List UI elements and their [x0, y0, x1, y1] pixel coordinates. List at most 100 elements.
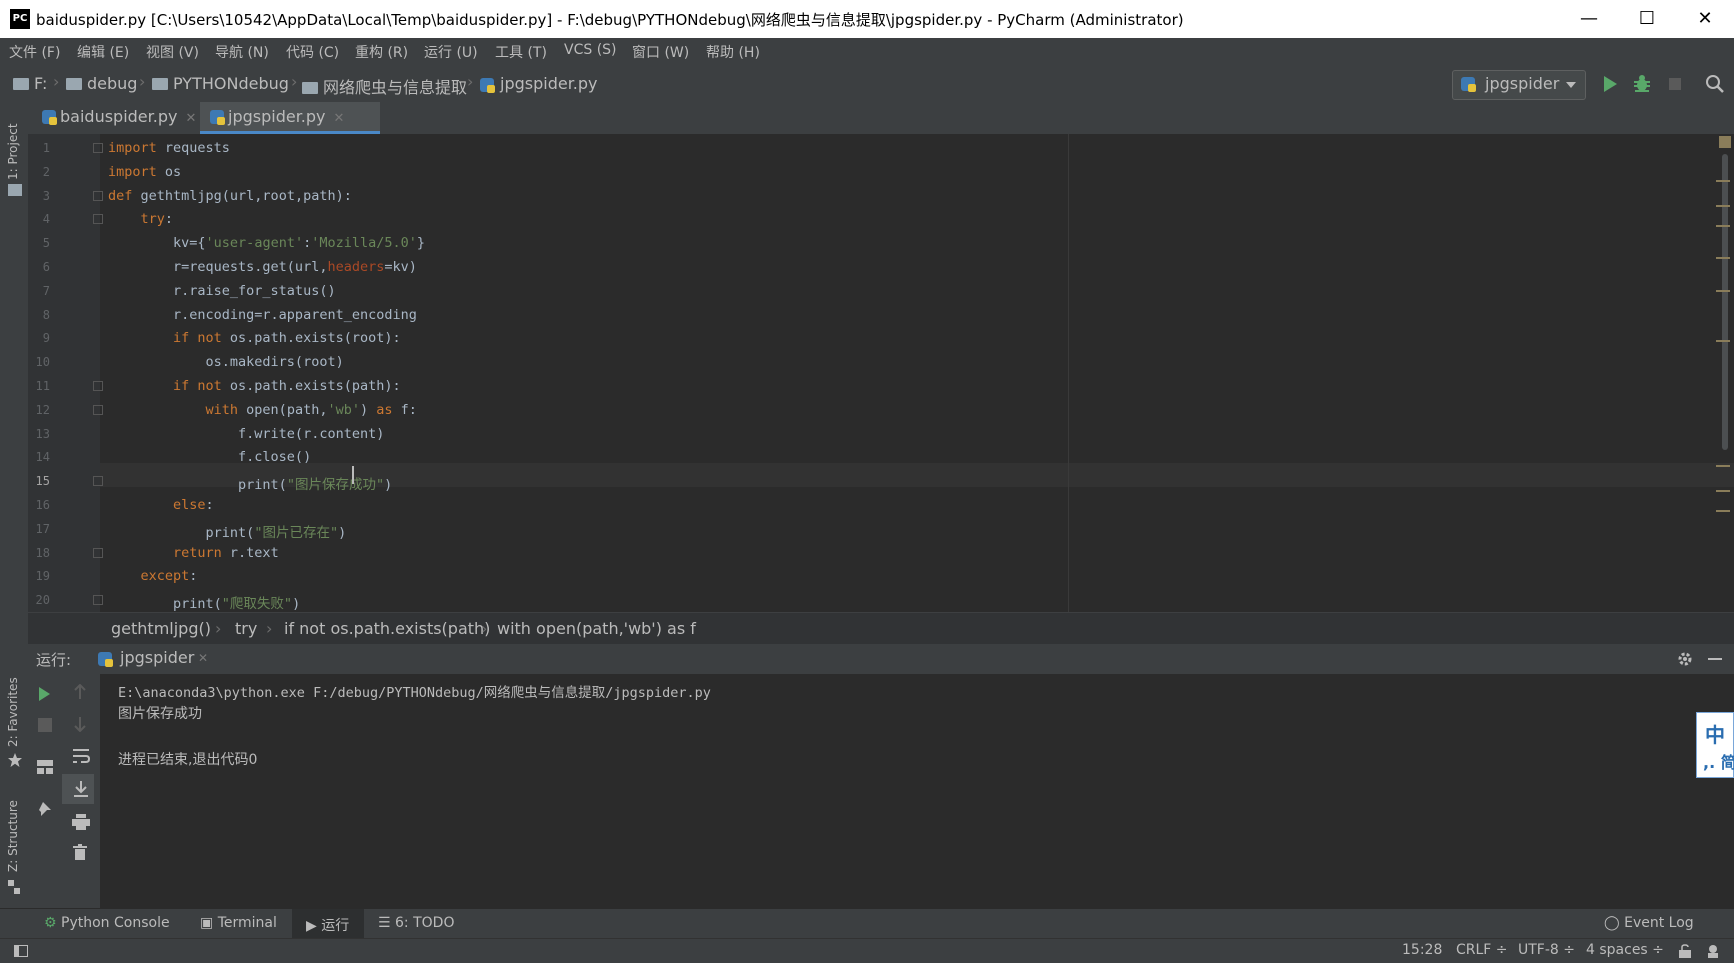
crumb-debug[interactable]: debug	[66, 74, 137, 93]
trash-icon[interactable]	[73, 844, 87, 860]
run-configuration-select[interactable]: jpgspider	[1452, 70, 1586, 100]
toggle-tool-windows-icon[interactable]	[14, 945, 28, 957]
run-console[interactable]	[100, 674, 1734, 908]
python-console-icon: ⚙	[44, 915, 57, 931]
code-line: def gethtmljpg(url,root,path):	[108, 188, 352, 204]
line-number: 17	[35, 521, 50, 536]
debug-icon[interactable]	[1632, 74, 1652, 94]
terminal-button[interactable]: ▣ Terminal	[200, 915, 277, 931]
close-run-tab-icon[interactable]: ✕	[198, 651, 208, 665]
line-number: 6	[42, 260, 50, 274]
crumb-drive[interactable]: F:	[13, 74, 47, 93]
lock-icon[interactable]	[1678, 944, 1692, 958]
close-tab-icon[interactable]: ✕	[185, 111, 196, 126]
rerun-icon[interactable]	[36, 686, 52, 702]
code-token: open(path,	[238, 401, 328, 418]
menu-view[interactable]: 视图 (V)	[146, 42, 199, 62]
code-line: try:	[108, 211, 174, 227]
fold-marker-icon[interactable]	[93, 214, 103, 225]
code-token: }	[416, 235, 426, 252]
hide-panel-icon[interactable]	[1708, 658, 1722, 660]
code-line: print("图片已存在")	[108, 521, 347, 541]
menu-file[interactable]: 文件 (F)	[9, 42, 60, 62]
favorites-tool-button[interactable]: 2: Favorites	[6, 677, 20, 747]
menu-help[interactable]: 帮助 (H)	[706, 42, 760, 62]
code-token: def	[108, 187, 133, 204]
menu-tools[interactable]: 工具 (T)	[495, 42, 547, 62]
code-token: r.raise_for_status()	[108, 282, 336, 299]
breadcrumb-with[interactable]: with open(path,'wb') as f	[497, 619, 696, 638]
soft-wrap-icon[interactable]	[72, 748, 90, 764]
menu-vcs[interactable]: VCS (S)	[564, 42, 617, 58]
breadcrumb-try[interactable]: try	[235, 619, 257, 638]
code-token: f.close()	[108, 449, 312, 466]
menu-refactor[interactable]: 重构 (R)	[355, 42, 408, 62]
search-icon[interactable]	[1705, 74, 1725, 94]
fold-marker-icon[interactable]	[93, 190, 103, 201]
minimize-button[interactable]: —	[1560, 0, 1618, 38]
fold-marker-icon[interactable]	[93, 547, 103, 558]
scroll-marker	[1716, 510, 1730, 512]
menu-run[interactable]: 运行 (U)	[424, 42, 478, 62]
code-token: print(	[108, 477, 287, 494]
window-title: baiduspider.py [C:\Users\10542\AppData\L…	[36, 11, 1184, 29]
menu-navigate[interactable]: 导航 (N)	[215, 42, 269, 62]
ime-indicator[interactable]: 中 ,. 简	[1696, 712, 1734, 778]
run-tab-jpgspider[interactable]: jpgspider	[120, 648, 194, 667]
stop-icon[interactable]	[38, 718, 52, 732]
code-token: os.path.exists(root):	[221, 330, 401, 347]
crumb-file[interactable]: jpgspider.py	[480, 74, 598, 93]
gear-icon[interactable]	[1676, 650, 1694, 668]
run-icon[interactable]	[1600, 74, 1620, 94]
caret-position[interactable]: 15:28	[1402, 942, 1442, 958]
event-log-icon: ◯	[1604, 915, 1620, 931]
code-token: =kv)	[384, 259, 417, 275]
project-tool-button[interactable]: 1: Project	[6, 123, 20, 180]
code-token: print(	[108, 524, 255, 541]
line-number: 18	[35, 545, 50, 560]
fold-marker-icon[interactable]	[93, 476, 103, 487]
scroll-marker	[1716, 225, 1730, 227]
arrow-up-icon[interactable]	[73, 684, 87, 700]
close-button[interactable]: ✕	[1676, 0, 1734, 38]
code-line: print("爬取失败")	[108, 592, 300, 612]
file-encoding[interactable]: UTF-8 ÷	[1518, 942, 1575, 958]
crumb-folder[interactable]: 网络爬虫与信息提取	[302, 74, 467, 98]
layout-icon[interactable]	[37, 760, 53, 774]
inspector-icon[interactable]	[1706, 944, 1720, 958]
breadcrumb-function[interactable]: gethtmljpg()	[111, 619, 211, 638]
menu-window[interactable]: 窗口 (W)	[632, 42, 689, 62]
maximize-button[interactable]: ☐	[1618, 0, 1676, 38]
print-icon[interactable]	[72, 814, 90, 830]
line-separator[interactable]: CRLF ÷	[1456, 942, 1508, 958]
code-line: f.close()	[108, 449, 311, 465]
fold-marker-icon[interactable]	[93, 595, 103, 606]
menu-code[interactable]: 代码 (C)	[286, 42, 339, 62]
code-token: :	[303, 235, 312, 252]
fold-marker-icon[interactable]	[93, 404, 103, 415]
event-log-button[interactable]: ◯ Event Log	[1604, 915, 1694, 931]
indent-setting[interactable]: 4 spaces ÷	[1586, 942, 1664, 958]
fold-marker-icon[interactable]	[93, 381, 103, 391]
close-tab-icon[interactable]: ✕	[334, 111, 345, 126]
todo-button[interactable]: ☰ 6: TODO	[378, 915, 454, 931]
line-number: 16	[35, 498, 50, 512]
pin-icon[interactable]	[37, 800, 53, 818]
tab-baiduspider[interactable]: baiduspider.py ✕	[32, 102, 220, 134]
fold-marker-icon[interactable]	[93, 143, 103, 153]
code-token: print(	[108, 596, 222, 613]
menu-edit[interactable]: 编辑 (E)	[77, 42, 129, 62]
run-tool-button[interactable]: ▶ 运行	[306, 915, 349, 935]
structure-tool-button[interactable]: Z: Structure	[6, 800, 20, 872]
stop-icon[interactable]	[1665, 74, 1685, 94]
tab-jpgspider[interactable]: jpgspider.py ✕	[200, 102, 380, 134]
editor-scrollbar[interactable]	[1722, 154, 1728, 450]
breadcrumb-if[interactable]: if not os.path.exists(path)	[284, 619, 490, 638]
crumb-pythondebug[interactable]: PYTHONdebug	[152, 74, 289, 93]
bottom-tool-bar: ⚙ Python Console ▣ Terminal ▶ 运行 ☰ 6: TO…	[0, 908, 1734, 939]
right-margin-guide	[1068, 134, 1069, 612]
python-console-button[interactable]: ⚙ Python Console	[44, 915, 170, 931]
console-exit-line: 进程已结束,退出代码0	[118, 752, 258, 768]
arrow-down-icon[interactable]	[73, 716, 87, 732]
code-token: os.path.exists(path):	[221, 378, 401, 394]
